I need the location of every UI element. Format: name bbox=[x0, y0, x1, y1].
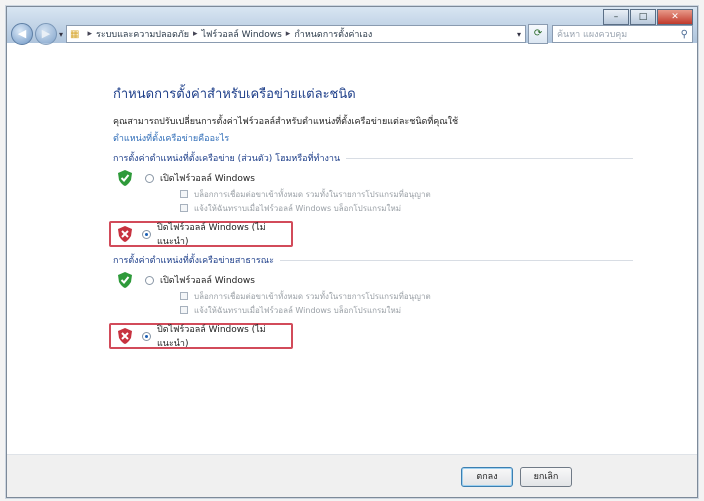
page-description: คุณสามารถปรับเปลี่ยนการตั้งค่าไฟร์วอลล์ส… bbox=[113, 117, 459, 127]
dialog-footer: ตกลง ยกเลิก bbox=[7, 454, 697, 497]
section-divider bbox=[346, 157, 633, 159]
private-firewall-on-label: เปิดไฟร์วอลล์ Windows bbox=[160, 174, 255, 184]
breadcrumb-separator: ▸ bbox=[87, 29, 92, 39]
main-content: กำหนดการตั้งค่าสำหรับเครือข่ายแต่ละชนิด … bbox=[7, 47, 697, 455]
public-notify-option[interactable]: แจ้งให้ฉันทราบเมื่อไฟร์วอลล์ Windows บล็… bbox=[180, 303, 633, 317]
breadcrumb-separator: ▸ bbox=[285, 29, 291, 39]
public-block-all-checkbox[interactable] bbox=[180, 292, 188, 300]
public-network-settings: การตั้งค่าตำแหน่งที่ตั้งเครือข่ายสาธารณะ… bbox=[109, 253, 633, 349]
public-block-all-option[interactable]: บล็อกการเชื่อมต่อขาเข้าทั้งหมด รวมทั้งใน… bbox=[180, 289, 633, 303]
page-title: กำหนดการตั้งค่าสำหรับเครือข่ายแต่ละชนิด bbox=[113, 87, 356, 102]
public-firewall-on-option[interactable]: เปิดไฟร์วอลล์ Windows bbox=[113, 271, 633, 289]
public-firewall-off-option[interactable]: ปิดไฟร์วอลล์ Windows (ไม่แนะนำ) bbox=[109, 323, 293, 349]
private-notify-checkbox[interactable] bbox=[180, 204, 188, 212]
private-firewall-on-radio[interactable] bbox=[145, 173, 154, 183]
refresh-button[interactable]: ⟳ bbox=[528, 24, 549, 44]
public-firewall-on-label: เปิดไฟร์วอลล์ Windows bbox=[160, 276, 255, 286]
private-block-all-checkbox[interactable] bbox=[180, 190, 188, 198]
public-notify-checkbox[interactable] bbox=[180, 306, 188, 314]
breadcrumb-item-system-security[interactable]: ระบบและความปลอดภัย bbox=[96, 27, 189, 41]
private-block-all-option[interactable]: บล็อกการเชื่อมต่อขาเข้าทั้งหมด รวมทั้งใน… bbox=[180, 187, 633, 201]
private-block-all-label: บล็อกการเชื่อมต่อขาเข้าทั้งหมด รวมทั้งใน… bbox=[194, 189, 431, 199]
public-firewall-off-radio[interactable] bbox=[142, 331, 151, 341]
green-shield-check-icon bbox=[117, 271, 133, 289]
section-title-private-text: การตั้งค่าตำแหน่งที่ตั้งเครือข่าย (ส่วนต… bbox=[113, 154, 341, 164]
search-icon[interactable]: ⚲ bbox=[681, 29, 688, 40]
private-firewall-off-radio[interactable] bbox=[142, 229, 151, 239]
forward-button[interactable]: ▶ bbox=[35, 23, 57, 45]
section-divider bbox=[279, 259, 633, 261]
green-shield-check-icon bbox=[117, 169, 133, 187]
recent-pages-dropdown-icon[interactable]: ▾ bbox=[59, 30, 63, 39]
red-shield-x-icon bbox=[117, 327, 132, 345]
cancel-button[interactable]: ยกเลิก bbox=[520, 467, 572, 487]
private-notify-option[interactable]: แจ้งให้ฉันทราบเมื่อไฟร์วอลล์ Windows บล็… bbox=[180, 201, 633, 215]
private-notify-label: แจ้งให้ฉันทราบเมื่อไฟร์วอลล์ Windows บล็… bbox=[194, 203, 402, 213]
red-shield-x-icon bbox=[117, 225, 132, 243]
breadcrumb-item-customize[interactable]: กำหนดการตั้งค่าเอง bbox=[294, 27, 372, 41]
search-input[interactable]: ค้นหา แผงควบคุม ⚲ bbox=[552, 25, 693, 43]
back-button[interactable]: ◀ bbox=[11, 23, 33, 45]
public-firewall-off-label: ปิดไฟร์วอลล์ Windows (ไม่แนะนำ) bbox=[156, 325, 266, 349]
address-bar[interactable]: ▦ ▸ ระบบและความปลอดภัย ▸ ไฟร์วอลล์ Windo… bbox=[66, 25, 527, 43]
public-firewall-on-radio[interactable] bbox=[145, 275, 154, 285]
private-firewall-off-option[interactable]: ปิดไฟร์วอลล์ Windows (ไม่แนะนำ) bbox=[109, 221, 293, 247]
control-panel-window: – □ ✕ ◀ ▶ ▾ ▦ ▸ ระบบและความปลอดภัย ▸ ไฟร… bbox=[6, 6, 698, 498]
control-panel-icon: ▦ bbox=[70, 28, 80, 40]
address-dropdown-icon[interactable]: ▾ bbox=[513, 30, 525, 39]
ok-button[interactable]: ตกลง bbox=[461, 467, 513, 487]
private-network-settings: การตั้งค่าตำแหน่งที่ตั้งเครือข่าย (ส่วนต… bbox=[109, 151, 633, 247]
private-firewall-on-option[interactable]: เปิดไฟร์วอลล์ Windows bbox=[113, 169, 633, 187]
network-location-help-link[interactable]: ตำแหน่งที่ตั้งเครือข่ายคืออะไร bbox=[113, 131, 633, 145]
navigation-bar: ◀ ▶ ▾ ▦ ▸ ระบบและความปลอดภัย ▸ ไฟร์วอลล์… bbox=[11, 23, 693, 45]
section-title-public-text: การตั้งค่าตำแหน่งที่ตั้งเครือข่ายสาธารณะ bbox=[113, 256, 274, 266]
breadcrumb-separator: ▸ bbox=[193, 29, 198, 39]
section-title-private: การตั้งค่าตำแหน่งที่ตั้งเครือข่าย (ส่วนต… bbox=[113, 151, 633, 165]
section-title-public: การตั้งค่าตำแหน่งที่ตั้งเครือข่ายสาธารณะ bbox=[113, 253, 633, 267]
search-placeholder: ค้นหา แผงควบคุม bbox=[557, 30, 628, 40]
public-notify-label: แจ้งให้ฉันทราบเมื่อไฟร์วอลล์ Windows บล็… bbox=[194, 305, 402, 315]
public-block-all-label: บล็อกการเชื่อมต่อขาเข้าทั้งหมด รวมทั้งใน… bbox=[194, 291, 431, 301]
breadcrumb-item-windows-firewall[interactable]: ไฟร์วอลล์ Windows bbox=[202, 27, 282, 41]
private-firewall-off-label: ปิดไฟร์วอลล์ Windows (ไม่แนะนำ) bbox=[156, 223, 266, 247]
